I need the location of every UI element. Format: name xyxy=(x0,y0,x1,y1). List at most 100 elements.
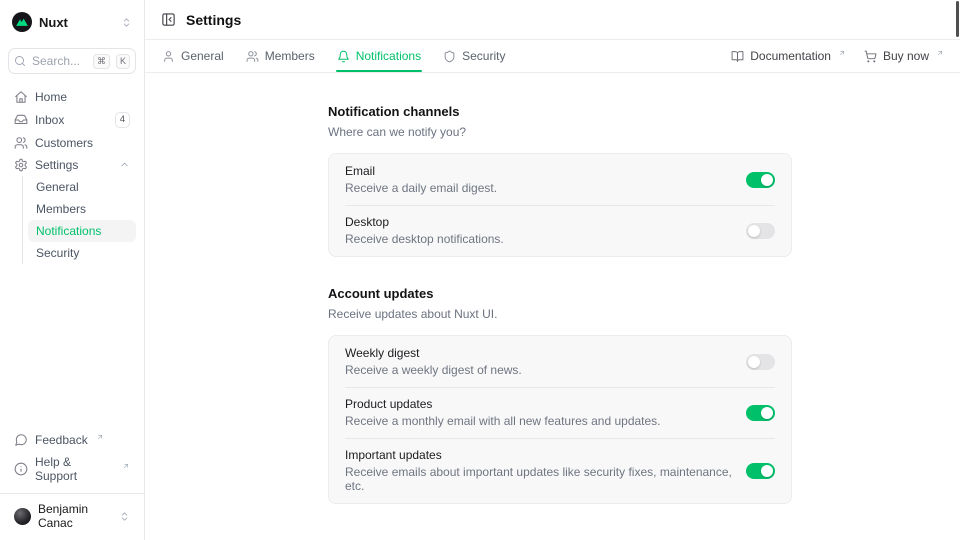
setting-description: Receive emails about important updates l… xyxy=(345,465,734,493)
users-icon xyxy=(246,50,259,63)
setting-label: Important updates xyxy=(345,448,734,462)
buy-now-link[interactable]: Buy now xyxy=(864,49,944,63)
main-panel: Settings General Members Notifications xyxy=(145,0,960,540)
weekly-digest-toggle[interactable] xyxy=(746,354,775,370)
sidebar-item-settings[interactable]: Settings xyxy=(8,154,136,176)
setting-row-product-updates: Product updates Receive a monthly email … xyxy=(329,387,791,438)
search-icon xyxy=(14,55,26,67)
setting-row-weekly-digest: Weekly digest Receive a weekly digest of… xyxy=(329,336,791,387)
sidebar-item-home[interactable]: Home xyxy=(8,86,136,108)
setting-description: Receive desktop notifications. xyxy=(345,232,504,246)
search-input[interactable]: Search... ⌘ K xyxy=(8,48,136,74)
page-header: Settings xyxy=(145,0,960,40)
sidebar-subitem-members[interactable]: Members xyxy=(28,198,136,220)
chevron-up-icon xyxy=(119,159,130,170)
setting-label: Desktop xyxy=(345,215,504,229)
feedback-link[interactable]: Feedback xyxy=(8,429,136,451)
chevrons-up-down-icon xyxy=(119,511,130,522)
inbox-icon xyxy=(14,113,28,127)
user-menu[interactable]: Benjamin Canac xyxy=(8,494,136,532)
sidebar-item-customers[interactable]: Customers xyxy=(8,132,136,154)
sidebar-subitem-label: Members xyxy=(36,202,86,216)
setting-label: Product updates xyxy=(345,397,661,411)
user-icon xyxy=(162,50,175,63)
sidebar-subitem-general[interactable]: General xyxy=(28,176,136,198)
product-updates-toggle[interactable] xyxy=(746,405,775,421)
tab-security[interactable]: Security xyxy=(442,40,506,72)
email-toggle[interactable] xyxy=(746,172,775,188)
footer-item-label: Help & Support xyxy=(35,455,114,483)
sidebar-subitem-label: Notifications xyxy=(36,224,101,238)
account-updates-card: Weekly digest Receive a weekly digest of… xyxy=(328,335,792,504)
message-circle-icon xyxy=(14,433,28,447)
page-title: Settings xyxy=(186,12,241,28)
tab-label: Members xyxy=(265,49,315,63)
shield-icon xyxy=(443,50,456,63)
tab-members[interactable]: Members xyxy=(245,40,316,72)
sidebar-item-inbox[interactable]: Inbox 4 xyxy=(8,108,136,132)
setting-description: Receive a monthly email with all new fea… xyxy=(345,414,661,428)
setting-label: Email xyxy=(345,164,497,178)
external-link-icon xyxy=(936,49,944,57)
setting-description: Receive a daily email digest. xyxy=(345,181,497,195)
header-link-label: Buy now xyxy=(883,49,929,63)
help-support-link[interactable]: Help & Support xyxy=(8,451,136,487)
desktop-toggle[interactable] xyxy=(746,223,775,239)
sidebar-nav: Home Inbox 4 Customers Settings xyxy=(8,86,136,264)
kbd-k: K xyxy=(116,54,130,69)
setting-row-desktop: Desktop Receive desktop notifications. xyxy=(329,205,791,256)
users-icon xyxy=(14,136,28,150)
sidebar-subitem-security[interactable]: Security xyxy=(28,242,136,264)
sidebar-footer: Feedback Help & Support Benjamin Canac xyxy=(8,429,136,532)
info-circle-icon xyxy=(14,462,28,476)
external-link-icon xyxy=(838,49,846,57)
setting-row-important-updates: Important updates Receive emails about i… xyxy=(329,438,791,503)
setting-row-email: Email Receive a daily email digest. xyxy=(329,154,791,205)
book-open-icon xyxy=(731,50,744,63)
header-link-label: Documentation xyxy=(750,49,831,63)
setting-label: Weekly digest xyxy=(345,346,522,360)
gear-icon xyxy=(14,158,28,172)
tab-notifications[interactable]: Notifications xyxy=(336,40,422,72)
footer-item-label: Feedback xyxy=(35,433,88,447)
kbd-cmd: ⌘ xyxy=(93,54,110,69)
tab-label: Security xyxy=(462,49,505,63)
sidebar-item-label: Customers xyxy=(35,136,93,150)
setting-description: Receive a weekly digest of news. xyxy=(345,363,522,377)
sidebar-subitem-notifications[interactable]: Notifications xyxy=(28,220,136,242)
settings-content: Notification channels Where can we notif… xyxy=(145,74,960,540)
workspace-name: Nuxt xyxy=(39,15,68,30)
documentation-link[interactable]: Documentation xyxy=(731,49,846,63)
home-icon xyxy=(14,90,28,104)
section-notification-channels: Notification channels Where can we notif… xyxy=(328,104,792,257)
bell-icon xyxy=(337,50,350,63)
tab-general[interactable]: General xyxy=(161,40,225,72)
external-link-icon xyxy=(96,433,104,441)
section-title: Notification channels xyxy=(328,104,792,119)
sidebar-collapse-button[interactable] xyxy=(161,12,176,27)
tabs: General Members Notifications Security xyxy=(161,40,506,72)
section-description: Where can we notify you? xyxy=(328,125,792,139)
workspace-switcher[interactable]: Nuxt xyxy=(8,8,136,36)
external-link-icon xyxy=(122,462,130,470)
sidebar-subitem-label: General xyxy=(36,180,79,194)
tabbar: General Members Notifications Security xyxy=(145,40,960,73)
sidebar-item-label: Inbox xyxy=(35,113,64,127)
shopping-cart-icon xyxy=(864,50,877,63)
header-links: Documentation Buy now xyxy=(731,40,944,72)
nuxt-logo-icon xyxy=(12,12,32,32)
sidebar-item-label: Settings xyxy=(35,158,78,172)
section-account-updates: Account updates Receive updates about Nu… xyxy=(328,286,792,504)
inbox-count-badge: 4 xyxy=(115,112,130,128)
section-description: Receive updates about Nuxt UI. xyxy=(328,307,792,321)
tab-label: Notifications xyxy=(356,49,421,63)
user-name: Benjamin Canac xyxy=(38,502,112,530)
scrollbar-thumb[interactable] xyxy=(956,1,959,37)
notification-channels-card: Email Receive a daily email digest. Desk… xyxy=(328,153,792,257)
tab-label: General xyxy=(181,49,224,63)
avatar xyxy=(14,508,31,525)
section-title: Account updates xyxy=(328,286,792,301)
important-updates-toggle[interactable] xyxy=(746,463,775,479)
sidebar: Nuxt Search... ⌘ K Home Inbox 4 xyxy=(0,0,145,540)
sidebar-item-label: Home xyxy=(35,90,67,104)
